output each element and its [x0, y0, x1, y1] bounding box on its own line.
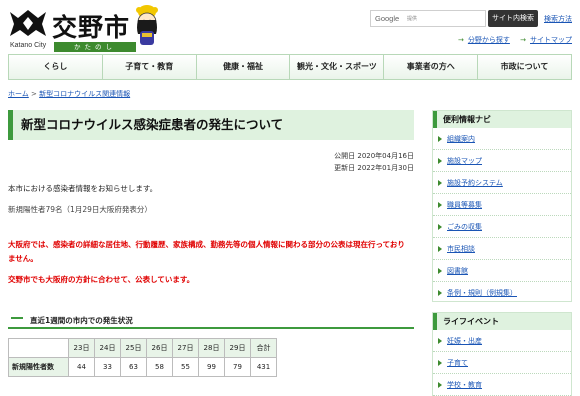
search-engine-label: Google [375, 14, 400, 23]
table-header-cell: 合計 [250, 338, 277, 358]
table-cell: 33 [94, 357, 121, 377]
table-header-cell: 27日 [172, 338, 199, 358]
city-emblem-icon [10, 10, 46, 36]
arrow-right-icon: → [458, 36, 464, 44]
table-cell: 99 [198, 357, 225, 377]
table-header-row: 23日 24日 25日 26日 27日 28日 29日 合計 [8, 338, 277, 358]
triangle-right-icon [438, 180, 442, 186]
sidebar-item-label[interactable]: ごみの収集 [447, 223, 482, 231]
sidebar-item-label[interactable]: 図書館 [447, 267, 468, 275]
updated-date: 更新日 2022年01月30日 [334, 164, 414, 172]
site-search-button[interactable]: サイト内検索 [488, 10, 538, 27]
sidebar-item-label[interactable]: 施設マップ [447, 157, 482, 165]
mascot-character-icon [136, 5, 158, 45]
sitemap-link[interactable]: サイトマップ [530, 36, 572, 44]
breadcrumb-separator: > [31, 90, 37, 98]
sidebar-item-citizen-consultation[interactable]: 市民相談 [433, 238, 571, 260]
weekly-cases-table: 23日 24日 25日 26日 27日 28日 29日 合計 新規陽性者数 44… [8, 338, 277, 377]
triangle-right-icon [438, 158, 442, 164]
sidebar-item-label[interactable]: 市民相談 [447, 245, 475, 253]
intro-text: 本市における感染者情報をお知らせします。 [8, 184, 158, 193]
table-cell: 431 [250, 357, 277, 377]
sidebar-item-school-education[interactable]: 学校・教育 [433, 374, 571, 396]
site-search-input[interactable]: Google 提供 [370, 10, 486, 27]
sidebar-item-organization[interactable]: 組織案内 [433, 128, 571, 150]
breadcrumb-current-link[interactable]: 新型コロナウイルス関連情報 [39, 90, 130, 98]
search-provider-label: 提供 [407, 16, 418, 22]
sidebar-item-label[interactable]: 職員等募集 [447, 201, 482, 209]
sidebar-item-regulations[interactable]: 条例・規則（例規集） [433, 282, 571, 304]
sidebar-item-childcare[interactable]: 子育て [433, 352, 571, 374]
triangle-right-icon [438, 338, 442, 344]
triangle-right-icon [438, 360, 442, 366]
table-header-cell: 28日 [198, 338, 225, 358]
sidebar-info-nav: 便利情報ナビ 組織案内 施設マップ 施設予約システム 職員等募集 ごみの収集 市… [432, 110, 572, 302]
sidebar-item-label[interactable]: 組織案内 [447, 135, 475, 143]
triangle-right-icon [438, 136, 442, 142]
sidebar-item-recruitment[interactable]: 職員等募集 [433, 194, 571, 216]
table-cell: 44 [68, 357, 95, 377]
site-title: 交野市 [52, 13, 131, 42]
table-row-label: 新規陽性者数 [8, 357, 69, 377]
page-title: 新型コロナウイルス感染症患者の発生について [8, 110, 414, 140]
table-header-cell: 24日 [94, 338, 121, 358]
table-header-cell: 25日 [120, 338, 147, 358]
breadcrumb-home-link[interactable]: ホーム [8, 90, 29, 98]
nav-item-city-government[interactable]: 市政について [478, 55, 571, 79]
triangle-right-icon [438, 202, 442, 208]
table-cell: 55 [172, 357, 199, 377]
browse-by-category-link[interactable]: 分野から探す [468, 36, 510, 44]
sidebar-life-events: ライフイベント 妊娠・出産 子育て 学校・教育 [432, 312, 572, 396]
sidebar-item-garbage[interactable]: ごみの収集 [433, 216, 571, 238]
sidebar-info-nav-title: 便利情報ナビ [433, 111, 571, 128]
sidebar-item-library[interactable]: 図書館 [433, 260, 571, 282]
table-cell: 58 [146, 357, 173, 377]
sidebar-item-pregnancy-birth[interactable]: 妊娠・出産 [433, 330, 571, 352]
triangle-right-icon [438, 382, 442, 388]
sidebar-item-label[interactable]: 条例・規則（例規集） [447, 289, 517, 297]
table-corner-cell [8, 338, 69, 358]
arrow-right-icon: → [520, 36, 526, 44]
nav-item-business[interactable]: 事業者の方へ [384, 55, 479, 79]
published-date: 公開日 2020年04月16日 [334, 152, 414, 160]
global-nav: くらし 子育て・教育 健康・福祉 観光・文化・スポーツ 事業者の方へ 市政につい… [8, 54, 572, 80]
site-title-en: Katano City [10, 42, 47, 49]
triangle-right-icon [438, 268, 442, 274]
sidebar-item-label[interactable]: 子育て [447, 359, 468, 367]
nav-item-tourism-culture-sports[interactable]: 観光・文化・スポーツ [290, 55, 385, 79]
table-header-cell: 26日 [146, 338, 173, 358]
policy-notice-text: 交野市でも大阪府の方針に合わせて、公表しています。 [8, 275, 195, 284]
search-help-link[interactable]: 検索方法 [544, 14, 572, 24]
table-header-cell: 29日 [224, 338, 251, 358]
sidebar-item-label[interactable]: 妊娠・出産 [447, 337, 482, 345]
sidebar-item-label[interactable]: 施設予約システム [447, 179, 503, 187]
triangle-right-icon [438, 246, 442, 252]
sidebar-life-events-title: ライフイベント [433, 313, 571, 330]
page-dates: 公開日 2020年04月16日 更新日 2022年01月30日 [334, 150, 414, 174]
table-cell: 63 [120, 357, 147, 377]
nav-item-health-welfare[interactable]: 健康・福祉 [196, 55, 291, 79]
new-cases-text: 新規陽性者79名（1月29日大阪府発表分） [8, 205, 152, 214]
nav-item-life[interactable]: くらし [9, 55, 103, 79]
utility-links: → 分野から探す → サイトマップ [450, 35, 572, 45]
site-title-kana: かたのし [54, 42, 136, 52]
table-row: 新規陽性者数 44 33 63 58 55 99 79 431 [8, 357, 277, 377]
sidebar-item-label[interactable]: 学校・教育 [447, 381, 482, 389]
sidebar-item-facility-booking[interactable]: 施設予約システム [433, 172, 571, 194]
breadcrumb: ホーム > 新型コロナウイルス関連情報 [8, 89, 130, 99]
triangle-right-icon [438, 224, 442, 230]
nav-item-childcare-education[interactable]: 子育て・教育 [102, 55, 197, 79]
main-content: 新型コロナウイルス感染症患者の発生について [8, 110, 414, 140]
table-heading: 直近1週間の市内での発生状況 [8, 315, 414, 329]
triangle-right-icon [438, 290, 442, 296]
table-header-cell: 23日 [68, 338, 95, 358]
privacy-notice-text: 大阪府では、感染者の詳細な居住地、行動履歴、家族構成、勤務先等の個人情報に関わる… [8, 240, 405, 263]
table-cell: 79 [224, 357, 251, 377]
sidebar-item-facility-map[interactable]: 施設マップ [433, 150, 571, 172]
